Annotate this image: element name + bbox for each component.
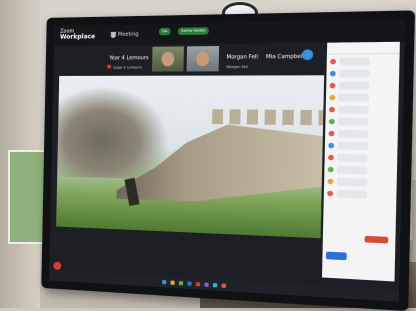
zoom-icon[interactable]: [187, 281, 192, 286]
presenter-sub: Sage 4 Lemours: [113, 65, 143, 70]
chat-header: [326, 41, 400, 55]
app-brand: Zoom Workplace: [59, 28, 96, 41]
start-icon[interactable]: [162, 279, 167, 285]
browser-icon[interactable]: [178, 280, 184, 286]
talking-pill-right: Sasha Hadda: [177, 27, 209, 36]
office-icon[interactable]: [221, 283, 226, 288]
edge-icon[interactable]: [212, 282, 218, 288]
display-screen: Zoom Workplace Meeting Ga Sasha Hadda Ye…: [49, 19, 406, 302]
chat-message[interactable]: [329, 105, 395, 115]
chat-send-button[interactable]: [364, 235, 389, 244]
meeting-label[interactable]: Meeting: [118, 31, 139, 37]
member-a-name: Morgan Fell: [226, 54, 259, 61]
chat-message[interactable]: [328, 129, 395, 140]
chat-message[interactable]: [327, 177, 393, 189]
teams-icon[interactable]: [204, 282, 209, 287]
chat-message[interactable]: [327, 189, 393, 201]
participant-face: [161, 51, 175, 67]
muted-mic-icon: [107, 64, 112, 69]
chat-input-button[interactable]: [325, 251, 347, 261]
app-icon[interactable]: [195, 281, 201, 287]
classroom-window: [8, 150, 46, 244]
video-tiles: [151, 46, 220, 72]
wall-battlements: [212, 109, 324, 126]
bare-trees: [57, 85, 171, 180]
talking-pill-left: Ga: [158, 27, 171, 36]
participant-face: [196, 51, 210, 67]
member-b-name: Mia Campbell: [265, 53, 305, 61]
chat-message[interactable]: [327, 165, 394, 176]
chat-message[interactable]: [329, 93, 395, 103]
chat-message[interactable]: [330, 57, 396, 66]
shared-screen-photo: [56, 75, 325, 239]
chat-message[interactable]: [328, 153, 394, 164]
leave-meeting-button[interactable]: [53, 261, 62, 271]
member-a-sub: Morgan Fell: [226, 64, 249, 70]
presenter-title: Year 4 Lemours: [109, 55, 149, 62]
video-tile-a[interactable]: [151, 46, 184, 72]
shield-icon: [110, 31, 116, 39]
explorer-icon[interactable]: [170, 280, 175, 285]
chat-message[interactable]: [329, 81, 396, 91]
chat-panel: [321, 41, 400, 282]
classroom-display: Zoom Workplace Meeting Ga Sasha Hadda Ye…: [41, 10, 416, 311]
chat-message[interactable]: [329, 69, 396, 79]
avatar[interactable]: [301, 49, 314, 61]
video-tile-b[interactable]: [186, 46, 220, 72]
chat-message[interactable]: [328, 141, 394, 152]
chat-message[interactable]: [328, 117, 395, 128]
brand-name: Workplace: [59, 33, 96, 41]
